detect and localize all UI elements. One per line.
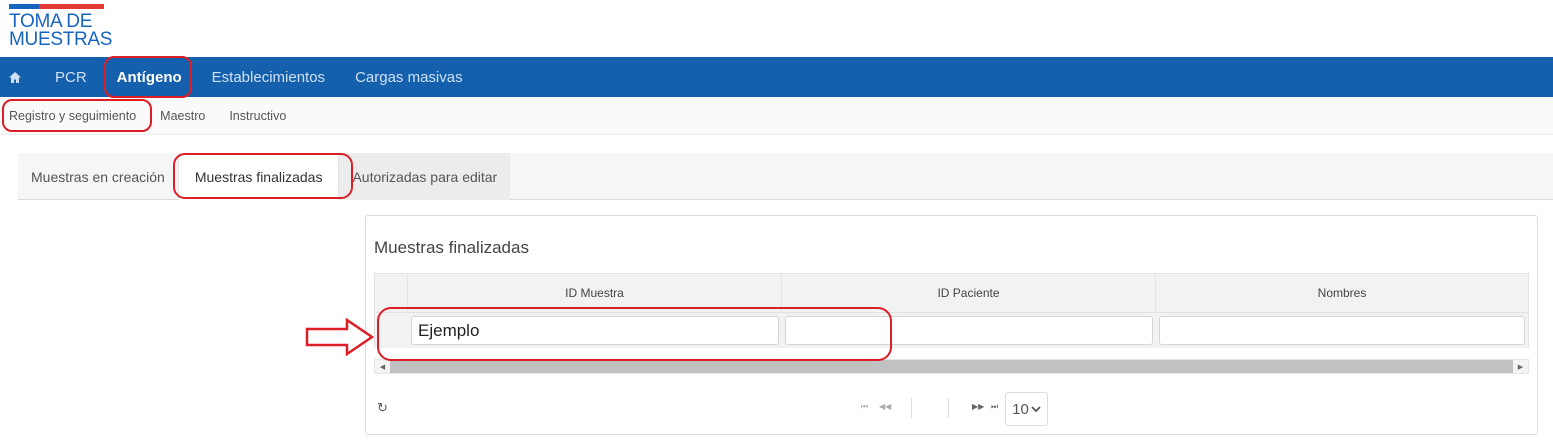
- logo[interactable]: TOMA DE MUESTRAS: [9, 4, 113, 50]
- column-header-id-muestra[interactable]: ID Muestra: [408, 274, 782, 312]
- data-grid: ID Muestra ID Paciente Nombres ◀ ▶: [374, 273, 1529, 374]
- subnav-item-maestro[interactable]: Maestro: [148, 109, 217, 123]
- page-size-value: 10: [1012, 400, 1029, 418]
- tabs-bar: Muestras en creación Muestras finalizada…: [18, 153, 1553, 200]
- grid-body: [374, 348, 1529, 359]
- home-icon: [9, 71, 21, 83]
- filter-input-id-muestra[interactable]: [411, 316, 779, 345]
- first-page-icon[interactable]: ⏮: [861, 402, 868, 412]
- filter-cell-nombres: [1156, 316, 1528, 345]
- filter-cell-id-paciente: [782, 316, 1156, 345]
- results-panel: Muestras finalizadas ID Muestra ID Pacie…: [365, 215, 1538, 435]
- grid-header-gutter: [375, 274, 408, 312]
- logo-line2: MUESTRAS: [9, 29, 113, 50]
- nav-item-cargas-masivas[interactable]: Cargas masivas: [340, 57, 478, 97]
- tab-muestras-finalizadas[interactable]: Muestras finalizadas: [177, 153, 340, 200]
- tab-muestras-en-creacion[interactable]: Muestras en creación: [18, 153, 178, 200]
- column-header-id-paciente[interactable]: ID Paciente: [782, 274, 1156, 312]
- logo-text: TOMA DE MUESTRAS: [9, 12, 113, 50]
- previous-page-icon[interactable]: ◀◀: [879, 402, 891, 411]
- chevron-down-icon: [1031, 405, 1041, 412]
- page-size-select[interactable]: 10: [1005, 392, 1048, 426]
- subnav-item-registro[interactable]: Registro y seguimiento: [0, 109, 148, 123]
- pager-separator: [911, 398, 912, 418]
- refresh-icon[interactable]: ↻: [377, 400, 388, 416]
- tab-autorizadas-para-editar[interactable]: Autorizadas para editar: [339, 153, 511, 200]
- pager: ↻ ⏮ ◀◀ ▶▶ ⏭ 10: [366, 388, 1537, 428]
- scroll-right-icon[interactable]: ▶: [1513, 363, 1528, 371]
- column-header-nombres[interactable]: Nombres: [1156, 274, 1528, 312]
- nav-item-establecimientos[interactable]: Establecimientos: [197, 57, 340, 97]
- home-button[interactable]: [0, 57, 30, 97]
- scrollbar-thumb[interactable]: [390, 360, 1513, 373]
- top-nav: PCR Antígeno Establecimientos Cargas mas…: [0, 57, 1553, 97]
- last-page-icon[interactable]: ⏭: [991, 402, 998, 412]
- annotation-arrow-icon: [305, 318, 375, 356]
- filter-cell-id-muestra: [408, 316, 782, 345]
- filter-input-nombres[interactable]: [1159, 316, 1525, 345]
- nav-item-antigeno[interactable]: Antígeno: [102, 57, 197, 97]
- panel-title: Muestras finalizadas: [374, 238, 529, 257]
- subnav-item-instructivo[interactable]: Instructivo: [217, 109, 298, 123]
- logo-flag: [9, 4, 104, 9]
- grid-header-row: ID Muestra ID Paciente Nombres: [374, 273, 1529, 313]
- nav-item-pcr[interactable]: PCR: [40, 57, 102, 97]
- next-page-icon[interactable]: ▶▶: [972, 402, 984, 411]
- sub-nav: Registro y seguimiento Maestro Instructi…: [0, 97, 1553, 135]
- filter-input-id-paciente[interactable]: [785, 316, 1153, 345]
- scroll-left-icon[interactable]: ◀: [375, 363, 390, 371]
- pager-separator: [948, 398, 949, 418]
- grid-filter-row: [374, 313, 1529, 348]
- horizontal-scrollbar[interactable]: ◀ ▶: [374, 359, 1529, 374]
